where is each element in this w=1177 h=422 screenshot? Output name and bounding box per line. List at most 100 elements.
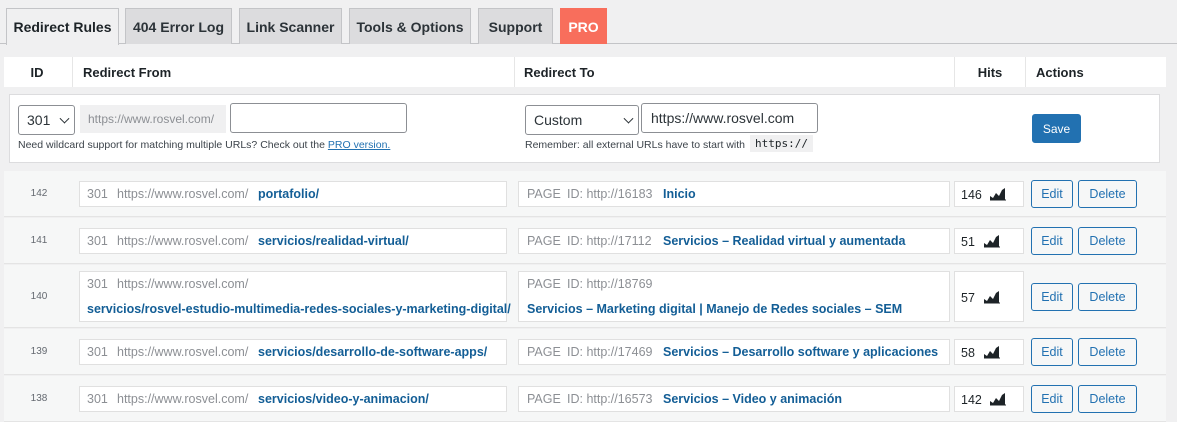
delete-button[interactable]: Delete xyxy=(1078,338,1137,366)
table-row: 142 301 https://www.rosvel.com/portafolio/… xyxy=(4,171,1166,217)
https-code: https:// xyxy=(750,135,813,152)
column-divider xyxy=(72,57,73,87)
status-code: 301 xyxy=(87,345,108,359)
target-type: PAGE xyxy=(527,234,561,248)
row-id: 138 xyxy=(30,393,48,404)
target-type: PAGE xyxy=(527,277,561,291)
wildcard-hint-text: Need wildcard support for matching multi… xyxy=(18,139,328,151)
target-id: ID: http://17112 xyxy=(567,234,652,248)
status-code: 301 xyxy=(87,277,108,291)
chart-icon[interactable] xyxy=(989,187,1007,201)
redirect-to-cell: PAGE ID: http://17469 Servicios – Desarrol… xyxy=(518,339,950,365)
redirect-from-cell: 301 https://www.rosvel.com/servicios/desa… xyxy=(79,339,507,365)
edit-button[interactable]: Edit xyxy=(1031,227,1073,255)
target-id: ID: http://16573 xyxy=(567,392,653,406)
redirect-from-cell: 301 https://www.rosvel.com/servicios/real… xyxy=(79,228,507,254)
redirect-to-link[interactable]: Servicios – Desarrollo software y aplica… xyxy=(663,345,938,359)
redirect-to-link[interactable]: Servicios – Video y animación xyxy=(663,392,842,406)
edit-button[interactable]: Edit xyxy=(1031,385,1073,413)
url-prefix: https://www.rosvel.com/ xyxy=(117,392,249,406)
redirect-to-cell: PAGE ID: http://17112 Servicios – Realidad… xyxy=(518,228,950,254)
url-prefix: https://www.rosvel.com/ xyxy=(80,105,226,133)
external-url-hint: Remember: all external URLs have to star… xyxy=(525,139,746,151)
chevron-down-icon xyxy=(59,113,70,124)
chart-icon[interactable] xyxy=(983,345,1001,359)
target-id: ID: http://16183 xyxy=(567,187,653,201)
status-code: 301 xyxy=(87,234,108,248)
tab-404-error-log[interactable]: 404 Error Log xyxy=(125,8,232,44)
status-code-select[interactable]: 301 xyxy=(18,105,75,135)
hits-cell: 146 xyxy=(954,181,1024,207)
header-redirect-from: Redirect From xyxy=(83,64,172,80)
redirect-to-cell: PAGE ID: http://18769 Servicios – Marketin… xyxy=(518,271,950,322)
redirect-from-cell: 301 https://www.rosvel.com/portafolio/ xyxy=(79,181,507,207)
redirect-to-link[interactable]: Inicio xyxy=(663,187,696,201)
table-row: 141 301 https://www.rosvel.com/servicios/r… xyxy=(4,218,1166,264)
tab-tools-options[interactable]: Tools & Options xyxy=(349,8,471,44)
redirect-from-link[interactable]: servicios/video-y-animacion/ xyxy=(258,392,429,406)
new-rule-form: 301 https://www.rosvel.com/ Need wildcar… xyxy=(9,94,1160,163)
redirect-from-link[interactable]: portafolio/ xyxy=(258,187,319,201)
header-actions: Actions xyxy=(1036,64,1084,80)
redirect-from-link[interactable]: servicios/desarrollo-de-software-apps/ xyxy=(258,345,487,359)
table-row: 139 301 https://www.rosvel.com/servicios/d… xyxy=(4,329,1166,375)
delete-button[interactable]: Delete xyxy=(1078,227,1137,255)
target-type: PAGE xyxy=(527,392,561,406)
wildcard-hint: Need wildcard support for matching multi… xyxy=(18,139,390,151)
table-header: ID Redirect From Redirect To Hits Action… xyxy=(4,57,1166,87)
redirect-to-cell: PAGE ID: http://16573 Servicios – Video y … xyxy=(518,386,950,412)
tab-bar: Redirect Rules 404 Error Log Link Scanne… xyxy=(0,0,1177,45)
redirect-to-cell: PAGE ID: http://16183 Inicio xyxy=(518,181,950,207)
hits-count: 58 xyxy=(961,346,975,360)
redirect-type-select[interactable]: Custom xyxy=(525,105,639,135)
chart-icon[interactable] xyxy=(983,290,1001,304)
redirect-from-link[interactable]: servicios/realidad-virtual/ xyxy=(258,234,409,248)
tab-pro[interactable]: PRO xyxy=(560,8,607,44)
status-code: 301 xyxy=(87,392,108,406)
chart-icon[interactable] xyxy=(983,234,1001,248)
tab-link-scanner[interactable]: Link Scanner xyxy=(239,8,342,44)
target-id: ID: http://18769 xyxy=(567,277,653,291)
save-button[interactable]: Save xyxy=(1032,114,1081,143)
target-id: ID: http://17469 xyxy=(567,345,653,359)
redirect-to-input[interactable]: https://www.rosvel.com xyxy=(641,103,818,133)
pro-version-link[interactable]: PRO version. xyxy=(328,139,390,151)
hits-cell: 58 xyxy=(954,339,1024,365)
redirect-from-cell: 301 https://www.rosvel.com/servicios/vide… xyxy=(79,386,507,412)
row-id: 139 xyxy=(30,346,48,357)
chart-icon[interactable] xyxy=(989,392,1007,406)
url-prefix: https://www.rosvel.com/ xyxy=(117,234,249,248)
target-type: PAGE xyxy=(527,345,561,359)
hits-count: 51 xyxy=(961,235,975,249)
tab-support[interactable]: Support xyxy=(478,8,553,44)
redirect-from-input[interactable] xyxy=(230,103,407,133)
row-id: 140 xyxy=(30,290,48,302)
url-prefix: https://www.rosvel.com/ xyxy=(117,277,249,291)
tab-redirect-rules[interactable]: Redirect Rules xyxy=(6,8,119,45)
redirect-from-link[interactable]: servicios/rosvel-estudio-multimedia-rede… xyxy=(87,302,511,316)
edit-button[interactable]: Edit xyxy=(1031,338,1073,366)
edit-button[interactable]: Edit xyxy=(1031,282,1073,311)
column-divider xyxy=(514,57,515,87)
delete-button[interactable]: Delete xyxy=(1078,180,1137,208)
url-prefix: https://www.rosvel.com/ xyxy=(117,345,249,359)
target-type: PAGE xyxy=(527,187,561,201)
chevron-down-icon xyxy=(623,113,634,124)
redirect-type-value: Custom xyxy=(534,112,583,128)
row-id: 142 xyxy=(30,188,48,199)
url-prefix: https://www.rosvel.com/ xyxy=(117,187,249,201)
delete-button[interactable]: Delete xyxy=(1078,282,1137,311)
hits-count: 57 xyxy=(961,290,975,305)
redirect-to-link[interactable]: Servicios – Realidad virtual y aumentada xyxy=(663,234,905,248)
header-hits: Hits xyxy=(977,64,1003,80)
delete-button[interactable]: Delete xyxy=(1078,385,1137,413)
hits-cell: 51 xyxy=(954,228,1024,254)
redirect-from-cell: 301 https://www.rosvel.com/servicios/rosv… xyxy=(79,271,511,322)
status-code: 301 xyxy=(87,187,108,201)
hits-count: 146 xyxy=(961,188,982,202)
edit-button[interactable]: Edit xyxy=(1031,180,1073,208)
header-redirect-to: Redirect To xyxy=(524,64,595,80)
status-code-value: 301 xyxy=(27,112,51,128)
redirect-to-link[interactable]: Servicios – Marketing digital | Manejo d… xyxy=(527,302,902,316)
column-divider xyxy=(1025,57,1026,87)
